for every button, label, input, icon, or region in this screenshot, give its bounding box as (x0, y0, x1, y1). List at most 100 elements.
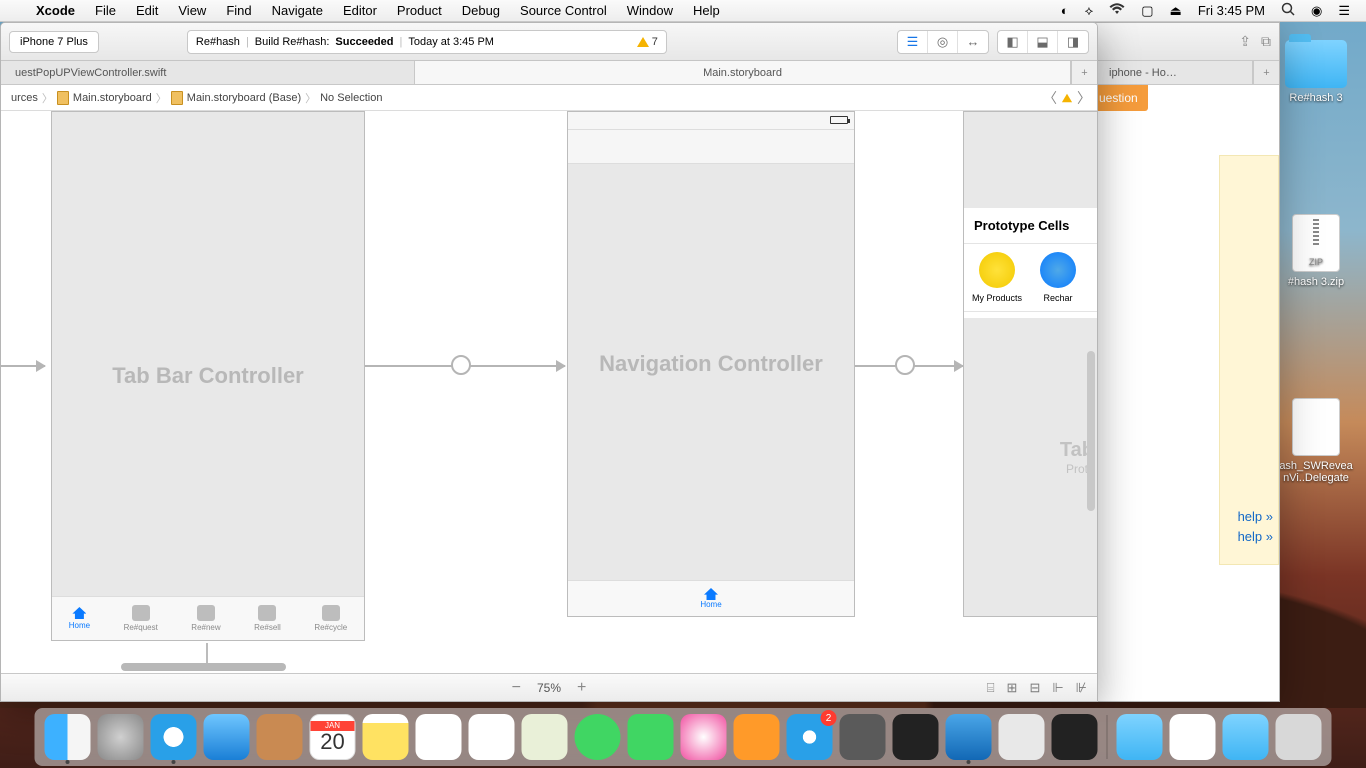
embed-in-icon[interactable]: ⌸ (987, 680, 995, 696)
tabs-icon[interactable]: ⧉ (1261, 33, 1271, 50)
jump-forward-icon[interactable]: 〉 (1077, 88, 1091, 108)
menu-help[interactable]: Help (683, 3, 730, 18)
dock-mail[interactable] (204, 714, 250, 760)
menu-source-control[interactable]: Source Control (510, 3, 617, 18)
dock-messages[interactable] (575, 714, 621, 760)
tab-storyboard[interactable]: Main.storyboard (415, 61, 1071, 84)
dock-maps[interactable] (522, 714, 568, 760)
menu-debug[interactable]: Debug (452, 3, 510, 18)
dock-terminal[interactable] (893, 714, 939, 760)
tabbar-item-recycle[interactable]: Re#cycle (314, 605, 347, 632)
menu-editor[interactable]: Editor (333, 3, 387, 18)
menu-view[interactable]: View (168, 3, 216, 18)
navigation-controller-scene[interactable]: Navigation Controller Home (567, 111, 855, 617)
dock-ibooks[interactable] (734, 714, 780, 760)
editor-mode-segmented[interactable]: ☰ ◎ ↔ (897, 30, 989, 54)
jump-back-icon[interactable]: 〈 (1043, 88, 1057, 108)
dock-downloads[interactable] (1223, 714, 1269, 760)
activity-viewer[interactable]: Re#hash | Build Re#hash: Succeeded | Tod… (187, 30, 667, 54)
new-tab-button[interactable]: + (1071, 61, 1097, 84)
crumb-1[interactable]: Main.storyboard (53, 91, 156, 105)
warning-indicator[interactable]: 7 (637, 36, 658, 48)
dock-xcode[interactable] (946, 714, 992, 760)
menu-window[interactable]: Window (617, 3, 683, 18)
status-eject-icon[interactable]: ⏏ (1162, 3, 1190, 19)
toggle-inspector-icon[interactable]: ◨ (1058, 31, 1088, 53)
safari-window[interactable]: ⇪ ⧉ iphone - Ho… + uestion help » help » (1094, 22, 1280, 702)
segue-arrow[interactable] (365, 365, 565, 367)
crumb-0[interactable]: urces (7, 92, 42, 104)
toggle-navigator-icon[interactable]: ◧ (998, 31, 1028, 53)
warning-triangle-icon[interactable] (1062, 93, 1072, 102)
vertical-scrollbar[interactable] (1087, 351, 1095, 511)
dock-appstore[interactable]: 2 (787, 714, 833, 760)
dock-notes[interactable] (363, 714, 409, 760)
ib-canvas[interactable]: Tab Bar Controller Home Re#quest Re#new … (1, 111, 1097, 673)
dock-launchpad[interactable] (98, 714, 144, 760)
help-link-2[interactable]: help » (1238, 527, 1273, 547)
navigation-bar[interactable] (568, 130, 854, 164)
panel-toggle-segmented[interactable]: ◧ ⬓ ◨ (997, 30, 1089, 54)
share-icon[interactable]: ⇪ (1239, 33, 1251, 50)
assistant-editor-icon[interactable]: ◎ (928, 31, 958, 53)
crumb-2[interactable]: Main.storyboard (Base) (167, 91, 305, 105)
desktop-folder[interactable]: Re#hash 3 (1285, 40, 1347, 104)
tab-bar-item[interactable]: Home (568, 580, 854, 616)
dock-calendar[interactable]: JAN20 (310, 714, 356, 760)
zoom-out-button[interactable]: − (512, 679, 521, 697)
pin-icon[interactable]: ⊟ (1029, 680, 1040, 696)
menu-navigate[interactable]: Navigate (262, 3, 333, 18)
segue-arrow[interactable] (1, 365, 45, 367)
dock-trash[interactable] (1276, 714, 1322, 760)
dock-folder[interactable] (1117, 714, 1163, 760)
jump-bar[interactable]: urces〉 Main.storyboard〉 Main.storyboard … (1, 85, 1097, 111)
status-wifi-icon[interactable] (1101, 3, 1133, 18)
tab-bar[interactable]: Home Re#quest Re#new Re#sell Re#cycle (52, 596, 364, 640)
status-bluetooth-icon[interactable]: ⟡ (1077, 3, 1102, 19)
dock-activity-monitor[interactable] (1052, 714, 1098, 760)
cell-my-products[interactable]: My Products (972, 252, 1022, 303)
dock-system-prefs[interactable] (840, 714, 886, 760)
horizontal-scrollbar[interactable] (121, 663, 286, 671)
safari-tab[interactable]: iphone - Ho… (1095, 61, 1253, 84)
tabbar-item-request[interactable]: Re#quest (124, 605, 158, 632)
desktop-swift-file[interactable]: ash_SWRevea nVi..Delegate (1279, 398, 1352, 484)
align-icon[interactable]: ⊞ (1007, 680, 1018, 696)
cell-recharge[interactable]: Rechar (1040, 252, 1076, 303)
dock-photos[interactable] (469, 714, 515, 760)
status-app-icon[interactable]: ◐ (1053, 3, 1077, 18)
dock-itunes[interactable] (681, 714, 727, 760)
status-siri-icon[interactable]: ◉ (1303, 3, 1330, 19)
dock-facetime[interactable] (628, 714, 674, 760)
menu-file[interactable]: File (85, 3, 126, 18)
menubar-clock[interactable]: Fri 3:45 PM (1190, 3, 1273, 18)
tableview-controller-scene[interactable]: Prototype Cells My Products Rechar Tab P… (963, 111, 1097, 617)
menu-product[interactable]: Product (387, 3, 452, 18)
app-menu[interactable]: Xcode (26, 3, 85, 18)
zoom-level[interactable]: 75% (537, 681, 561, 695)
tab-swift-file[interactable]: uestPopUPViewController.swift (1, 61, 415, 84)
dock-contacts[interactable] (257, 714, 303, 760)
status-notifications-icon[interactable]: ☰ (1330, 3, 1358, 19)
standard-editor-icon[interactable]: ☰ (898, 31, 928, 53)
status-airplay-icon[interactable]: ▢ (1133, 3, 1161, 19)
dock-reminders[interactable] (416, 714, 462, 760)
xcode-window[interactable]: iPhone 7 Plus Re#hash | Build Re#hash: S… (0, 22, 1098, 702)
stack-icon[interactable]: ⊮ (1076, 680, 1087, 696)
dock-finder[interactable] (45, 714, 91, 760)
segue-arrow[interactable] (855, 365, 963, 367)
safari-new-tab[interactable]: + (1253, 61, 1279, 84)
crumb-3[interactable]: No Selection (316, 92, 386, 104)
menu-edit[interactable]: Edit (126, 3, 168, 18)
zoom-in-button[interactable]: + (577, 679, 586, 697)
status-spotlight-icon[interactable] (1273, 2, 1303, 19)
ask-question-button[interactable]: uestion (1095, 85, 1148, 111)
tabbar-item-home[interactable]: Home (69, 607, 90, 630)
version-editor-icon[interactable]: ↔ (958, 31, 988, 53)
prototype-cell-row[interactable]: My Products Rechar (964, 244, 1097, 312)
tab-bar-controller-scene[interactable]: Tab Bar Controller Home Re#quest Re#new … (51, 111, 365, 641)
tabbar-item-renew[interactable]: Re#new (191, 605, 220, 632)
desktop-zip[interactable]: #hash 3.zip (1288, 214, 1344, 288)
tabbar-item-resell[interactable]: Re#sell (254, 605, 281, 632)
resolve-issues-icon[interactable]: ⊩ (1052, 680, 1063, 696)
